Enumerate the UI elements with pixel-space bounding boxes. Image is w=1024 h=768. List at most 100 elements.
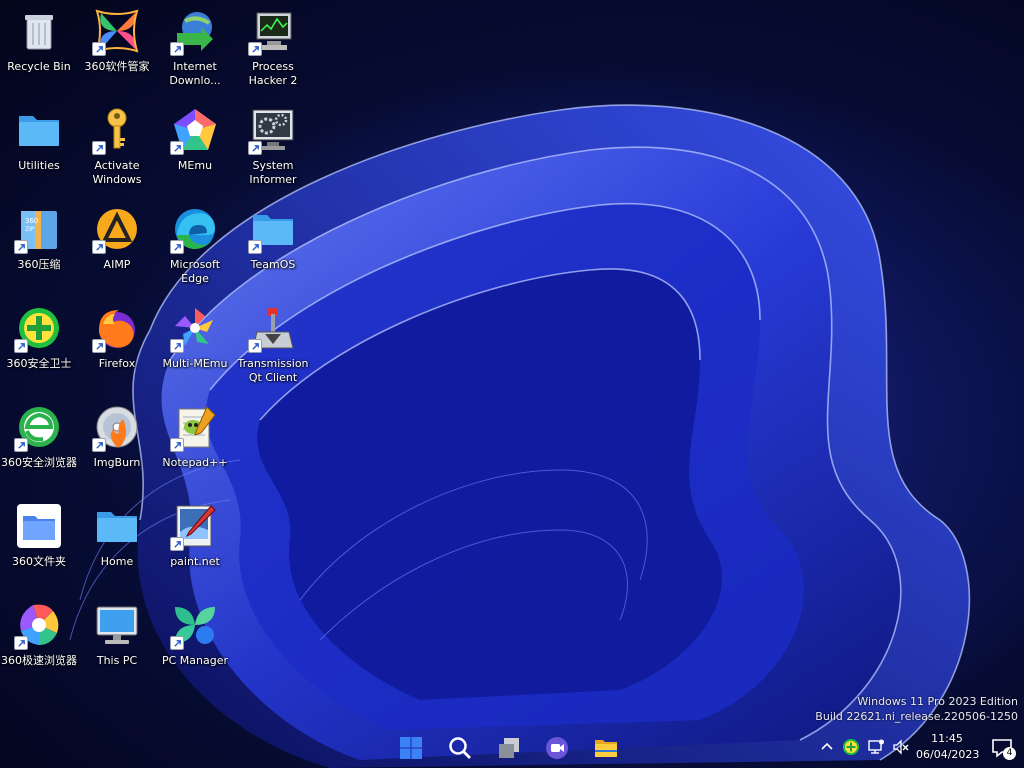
recycle-bin-icon xyxy=(14,6,64,56)
edge-icon xyxy=(170,204,220,254)
desktop-icon-notepad-plus-plus[interactable]: Notepad++ xyxy=(156,396,234,490)
shortcut-arrow-icon xyxy=(170,537,184,551)
watermark-edition: Windows 11 Pro 2023 Edition xyxy=(857,695,1018,708)
shortcut-arrow-icon xyxy=(170,141,184,155)
shortcut-arrow-icon xyxy=(92,240,106,254)
shortcut-arrow-icon xyxy=(170,438,184,452)
desktop-icon-label: Recycle Bin xyxy=(7,60,71,73)
task-view-button[interactable] xyxy=(492,732,526,764)
tray-network[interactable] xyxy=(866,736,886,758)
desktop-icon-label: Activate Windows xyxy=(92,159,142,186)
desktop-icon-360-browser[interactable]: 360安全浏览器 xyxy=(0,396,78,490)
desktop-icon-label: System Informer xyxy=(249,159,297,186)
360-tray-icon xyxy=(843,739,859,755)
windows-start-icon xyxy=(400,737,422,759)
shortcut-arrow-icon xyxy=(14,438,28,452)
desktop-icon-360-security[interactable]: 360安全卫士 xyxy=(0,297,78,391)
desktop-icon-recycle-bin[interactable]: Recycle Bin xyxy=(0,0,78,94)
file-explorer-button[interactable] xyxy=(589,732,623,764)
desktop-icon-internet-download-manager[interactable]: Internet Downlo... xyxy=(156,0,234,94)
memu-icon xyxy=(170,105,220,155)
desktop-icon-teamos[interactable]: TeamOS xyxy=(234,198,312,292)
folder-icon xyxy=(248,204,298,254)
clock-time: 11:45 xyxy=(931,732,963,745)
desktop-icon-label: AIMP xyxy=(103,258,131,271)
search-button[interactable] xyxy=(443,732,477,764)
network-icon xyxy=(868,739,884,754)
multi-memu-icon xyxy=(170,303,220,353)
svg-text:360: 360 xyxy=(25,217,38,225)
desktop-icon-label: ImgBurn xyxy=(93,456,141,469)
aimp-icon xyxy=(92,204,142,254)
chat-button[interactable] xyxy=(540,732,574,764)
desktop-icon-label: Multi-MEmu xyxy=(162,357,228,370)
taskbar-clock[interactable]: 11:45 06/04/2023 xyxy=(916,731,979,763)
desktop-icon-label: 360安全浏览器 xyxy=(1,456,77,469)
volume-muted-icon xyxy=(893,739,909,755)
desktop-icon-label: Firefox xyxy=(98,357,136,370)
shortcut-arrow-icon xyxy=(170,42,184,56)
shortcut-arrow-icon xyxy=(92,42,106,56)
start-button[interactable] xyxy=(394,732,428,764)
desktop-icon-home[interactable]: Home xyxy=(78,495,156,589)
desktop-icon-process-hacker[interactable]: Process Hacker 2 xyxy=(234,0,312,94)
notepad-plus-plus-icon xyxy=(170,402,220,452)
shortcut-arrow-icon xyxy=(170,636,184,650)
desktop-icon-label: Internet Downlo... xyxy=(169,60,221,87)
desktop-icon-360-folder[interactable]: 360文件夹 xyxy=(0,495,78,589)
desktop-icon-paint-net[interactable]: paint.net xyxy=(156,495,234,589)
teams-chat-icon xyxy=(546,737,568,759)
desktop-icon-transmission[interactable]: Transmission Qt Client xyxy=(234,297,312,391)
desktop-icon-360-speed-browser[interactable]: 360极速浏览器 xyxy=(0,594,78,688)
desktop-icon-pc-manager[interactable]: PC Manager xyxy=(156,594,234,688)
360-speed-browser-icon xyxy=(14,600,64,650)
shortcut-arrow-icon xyxy=(248,42,262,56)
paint-net-icon xyxy=(170,501,220,551)
desktop-icon-multi-memu[interactable]: Multi-MEmu xyxy=(156,297,234,391)
desktop-icon-label: 360极速浏览器 xyxy=(1,654,77,667)
internet-download-manager-icon xyxy=(170,6,220,56)
shortcut-arrow-icon xyxy=(248,240,262,254)
desktop-icon-memu[interactable]: MEmu xyxy=(156,99,234,193)
desktop[interactable]: Recycle Bin 360软件管家 Internet Downlo... P… xyxy=(0,0,1024,768)
desktop-icon-aimp[interactable]: AIMP xyxy=(78,198,156,292)
shortcut-arrow-icon xyxy=(14,240,28,254)
shortcut-arrow-icon xyxy=(170,240,184,254)
shortcut-arrow-icon xyxy=(92,438,106,452)
desktop-icon-activate-windows[interactable]: Activate Windows xyxy=(78,99,156,193)
desktop-icon-label: 360软件管家 xyxy=(84,60,150,73)
shortcut-arrow-icon xyxy=(92,141,106,155)
360-folder-icon xyxy=(14,501,64,551)
desktop-icon-system-informer[interactable]: System Informer xyxy=(234,99,312,193)
desktop-icon-label: Notepad++ xyxy=(162,456,228,469)
desktop-icon-label: Home xyxy=(100,555,134,568)
desktop-icon-label: TeamOS xyxy=(250,258,296,271)
watermark-build: Build 22621.ni_release.220506-1250 xyxy=(815,710,1018,723)
desktop-icon-label: 360压缩 xyxy=(17,258,61,271)
desktop-icon-label: 360安全卫士 xyxy=(6,357,72,370)
chevron-up-icon xyxy=(821,742,833,750)
desktop-icon-microsoft-edge[interactable]: Microsoft Edge xyxy=(156,198,234,292)
desktop-icon-label: 360文件夹 xyxy=(12,555,66,568)
desktop-icon-utilities[interactable]: Utilities xyxy=(0,99,78,193)
process-hacker-icon xyxy=(248,6,298,56)
desktop-icon-label: Utilities xyxy=(18,159,60,172)
desktop-icon-360-zip[interactable]: 360 ZIP 360压缩 xyxy=(0,198,78,292)
desktop-icon-this-pc[interactable]: This PC xyxy=(78,594,156,688)
360-browser-icon xyxy=(14,402,64,452)
key-icon xyxy=(92,105,142,155)
tray-360-security[interactable] xyxy=(841,736,861,758)
folder-icon xyxy=(14,105,64,155)
360-zip-icon: 360 ZIP xyxy=(14,204,64,254)
desktop-icon-360-software-manager[interactable]: 360软件管家 xyxy=(78,0,156,94)
tray-volume[interactable] xyxy=(891,736,911,758)
task-view-icon xyxy=(499,738,519,758)
360-software-manager-icon xyxy=(92,6,142,56)
desktop-icon-firefox[interactable]: Firefox xyxy=(78,297,156,391)
notification-center-button[interactable]: 4 xyxy=(990,736,1016,760)
windows-edition-watermark: Windows 11 Pro 2023 Edition Build 22621.… xyxy=(815,694,1018,724)
shortcut-arrow-icon xyxy=(170,339,184,353)
desktop-icon-imgburn[interactable]: ImgBurn xyxy=(78,396,156,490)
shortcut-arrow-icon xyxy=(248,339,262,353)
show-hidden-icons-button[interactable] xyxy=(817,736,837,758)
